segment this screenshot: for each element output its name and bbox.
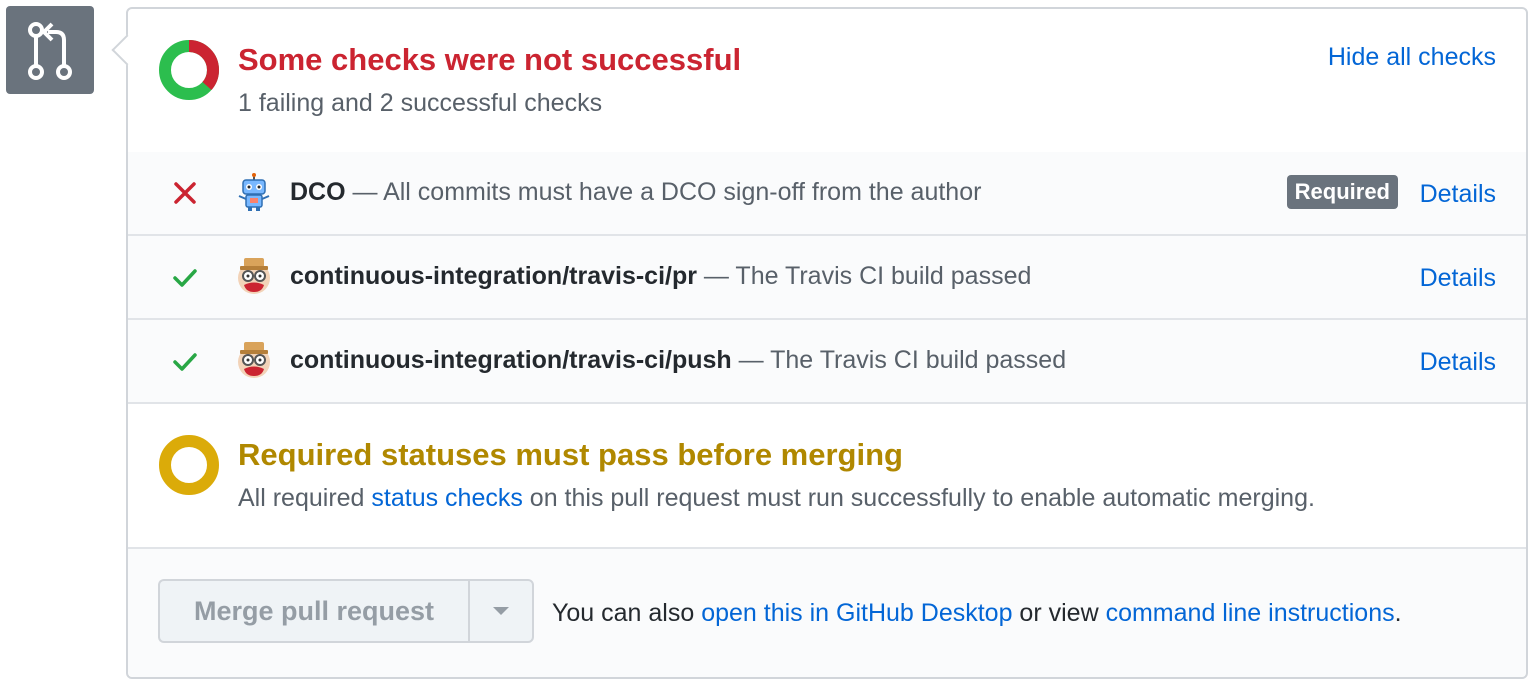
merge-button-group: Merge pull request	[158, 579, 534, 643]
chevron-down-icon	[493, 607, 509, 615]
merge-pull-request-button[interactable]: Merge pull request	[158, 579, 468, 643]
details-link-dco[interactable]: Details	[1420, 180, 1496, 209]
pull-request-icon	[6, 6, 94, 94]
check-description: — The Travis CI build passed	[696, 262, 1032, 290]
pending-ring-icon	[159, 435, 219, 495]
hide-all-checks-link[interactable]: Hide all checks	[1328, 43, 1496, 72]
required-statuses-text: All required status checks on this pull …	[238, 484, 1315, 513]
dco-robot-icon	[238, 173, 270, 211]
checks-summary: Some checks were not successful 1 failin…	[128, 9, 1526, 154]
check-icon	[173, 269, 197, 287]
check-text: continuous-integration/travis-ci/push — …	[290, 346, 1066, 375]
text-segment: on this pull request must run successful…	[522, 484, 1315, 512]
check-icon	[173, 353, 197, 371]
text-segment: All required	[238, 484, 372, 512]
command-line-instructions-link[interactable]: command line instructions	[1106, 599, 1395, 627]
travis-ci-icon	[238, 258, 270, 294]
check-description: — The Travis CI build passed	[731, 346, 1067, 374]
merge-section: Merge pull request You can also open thi…	[128, 549, 1526, 677]
text-segment: You can also	[552, 599, 702, 627]
status-checks-link[interactable]: status checks	[371, 484, 522, 512]
merge-options-dropdown[interactable]	[468, 579, 534, 643]
check-name: continuous-integration/travis-ci/pr	[290, 262, 697, 290]
required-badge: Required	[1286, 175, 1398, 209]
check-name: continuous-integration/travis-ci/push	[290, 346, 732, 374]
text-segment: or view	[1012, 599, 1106, 627]
text-segment: .	[1394, 599, 1402, 627]
required-statuses-section: Required statuses must pass before mergi…	[128, 404, 1526, 549]
check-text: continuous-integration/travis-ci/pr — Th…	[290, 262, 1031, 291]
check-name: DCO	[290, 178, 346, 206]
merge-status-panel: Some checks were not successful 1 failin…	[111, 7, 1528, 679]
check-description: — All commits must have a DCO sign-off f…	[345, 178, 982, 206]
checks-summary-subtitle: 1 failing and 2 successful checks	[238, 89, 603, 117]
travis-ci-icon	[238, 342, 270, 378]
details-link-travis-push[interactable]: Details	[1420, 348, 1496, 377]
github-desktop-link[interactable]: open this in GitHub Desktop	[701, 599, 1012, 627]
checks-donut-icon	[159, 40, 220, 100]
check-row-travis-push: continuous-integration/travis-ci/push — …	[128, 320, 1526, 404]
checks-list: DCO — All commits must have a DCO sign-o…	[128, 152, 1526, 404]
merge-alternatives-text: You can also open this in GitHub Desktop…	[552, 599, 1402, 628]
required-statuses-title: Required statuses must pass before mergi…	[238, 437, 903, 472]
check-text: DCO — All commits must have a DCO sign-o…	[290, 178, 981, 207]
checks-summary-title: Some checks were not successful	[238, 42, 742, 77]
x-icon	[174, 182, 196, 204]
check-row-dco: DCO — All commits must have a DCO sign-o…	[128, 152, 1526, 236]
check-row-travis-pr: continuous-integration/travis-ci/pr — Th…	[128, 236, 1526, 320]
details-link-travis-pr[interactable]: Details	[1420, 264, 1496, 293]
